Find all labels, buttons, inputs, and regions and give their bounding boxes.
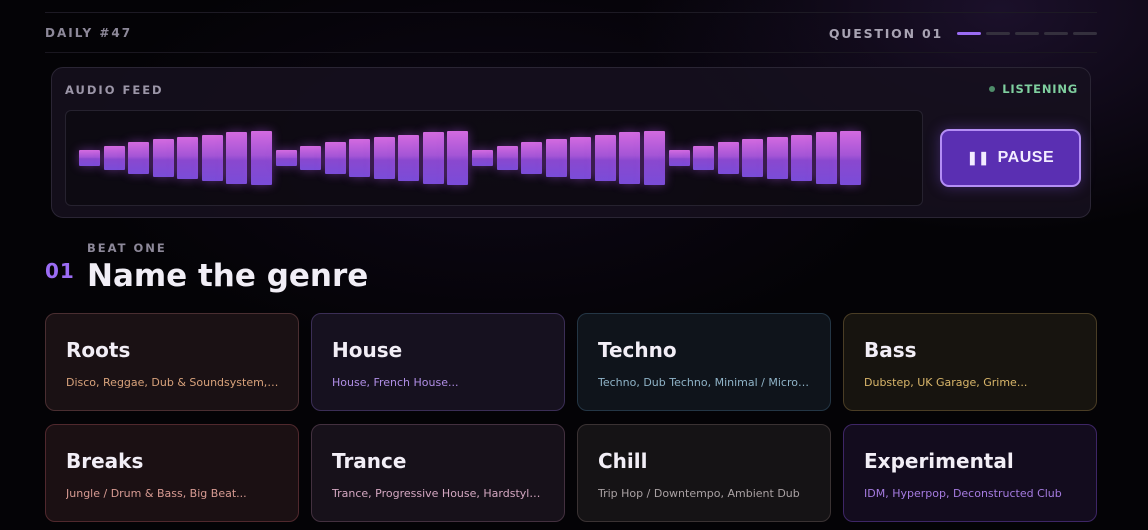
genre-name: Trance [332, 449, 407, 473]
progress-indicator [957, 31, 1097, 35]
waveform-bar [693, 146, 714, 170]
waveform-bar [815, 132, 837, 184]
question-kicker: BEAT ONE [87, 241, 167, 255]
header-divider [45, 52, 1097, 53]
progress-step [1044, 31, 1068, 35]
waveform-bar [472, 150, 493, 166]
genre-subgenres: IDM, Hyperpop, Deconstructed Club [864, 487, 1062, 500]
progress-step [957, 31, 981, 35]
progress-step [1015, 31, 1039, 35]
genre-subgenres: House, French House... [332, 376, 459, 389]
waveform-bar [496, 146, 518, 170]
genre-card-breaks[interactable]: Breaks Jungle / Drum & Bass, Big Beat... [45, 424, 299, 522]
genre-card-bass[interactable]: Bass Dubstep, UK Garage, Grime... [843, 313, 1097, 411]
waveform-bar [840, 131, 861, 185]
genre-name: Roots [66, 338, 131, 362]
pause-icon: ❚❚ [966, 150, 990, 165]
genre-name: Techno [598, 338, 677, 362]
waveform-bar [300, 146, 321, 170]
genre-card-techno[interactable]: Techno Techno, Dub Techno, Minimal / Mic… [577, 313, 831, 411]
pause-button-label: PAUSE [997, 149, 1055, 166]
waveform-bar [422, 132, 444, 184]
header: DAILY #47 QUESTION 01 [45, 22, 1097, 44]
waveform-bar [668, 150, 690, 166]
genre-card-trance[interactable]: Trance Trance, Progressive House, Hardst… [311, 424, 565, 522]
genre-subgenres: Jungle / Drum & Bass, Big Beat... [66, 487, 247, 500]
waveform-bar [521, 142, 542, 174]
audio-feed-label: AUDIO FEED [65, 83, 164, 97]
question-number: 01 [45, 259, 75, 283]
waveform-visualizer [65, 110, 923, 206]
waveform-bar [766, 137, 788, 179]
waveform-bar [324, 142, 346, 174]
genre-subgenres: Techno, Dub Techno, Minimal / Microh... [598, 376, 812, 389]
waveform-bar [226, 132, 247, 184]
question-title: Name the genre [87, 258, 369, 294]
waveform-bar [594, 135, 616, 181]
waveform-bar [79, 150, 100, 166]
genre-subgenres: Trance, Progressive House, Hardstyle... [332, 487, 546, 500]
waveform-bar [447, 131, 468, 185]
genre-card-house[interactable]: House House, French House... [311, 313, 565, 411]
waveform-bar [177, 137, 198, 179]
genre-card-chill[interactable]: Chill Trip Hop / Downtempo, Ambient Dub [577, 424, 831, 522]
genre-name: House [332, 338, 403, 362]
waveform-bar [619, 132, 640, 184]
waveform-bar [742, 139, 763, 177]
waveform-bar [570, 137, 591, 179]
waveform-bar [152, 139, 174, 177]
genre-subgenres: Disco, Reggae, Dub & Soundsystem, El... [66, 376, 280, 389]
waveform-bar [545, 139, 567, 177]
genre-name: Bass [864, 338, 917, 362]
waveform-bar [643, 131, 665, 185]
genre-subgenres: Dubstep, UK Garage, Grime... [864, 376, 1028, 389]
genre-name: Chill [598, 449, 648, 473]
genre-card-roots[interactable]: Roots Disco, Reggae, Dub & Soundsystem, … [45, 313, 299, 411]
waveform-bar [201, 135, 223, 181]
genre-name: Breaks [66, 449, 144, 473]
waveform-bar [791, 135, 812, 181]
waveform-bar [349, 139, 370, 177]
genre-card-experimental[interactable]: Experimental IDM, Hyperpop, Deconstructe… [843, 424, 1097, 522]
waveform-bar [373, 137, 395, 179]
pause-button[interactable]: ❚❚ PAUSE [940, 129, 1081, 187]
waveform-bar [398, 135, 419, 181]
listening-status: LISTENING [989, 82, 1078, 96]
genre-name: Experimental [864, 449, 1014, 473]
waveform-bar [128, 142, 149, 174]
genre-subgenres: Trip Hop / Downtempo, Ambient Dub [598, 487, 800, 500]
top-divider [45, 12, 1097, 13]
question-progress: QUESTION 01 [829, 26, 1097, 41]
waveform-bar [250, 131, 272, 185]
listening-status-text: LISTENING [1002, 82, 1078, 96]
progress-step [1073, 31, 1097, 35]
waveform-bar [275, 150, 297, 166]
question-label: QUESTION 01 [828, 25, 943, 41]
waveform-bar [103, 146, 125, 170]
progress-step [986, 31, 1010, 35]
audio-feed-panel: AUDIO FEED LISTENING ❚❚ PAUSE [51, 67, 1091, 218]
status-dot-icon [989, 86, 996, 92]
daily-label: DAILY #47 [45, 26, 133, 40]
waveform-bar [717, 142, 739, 174]
